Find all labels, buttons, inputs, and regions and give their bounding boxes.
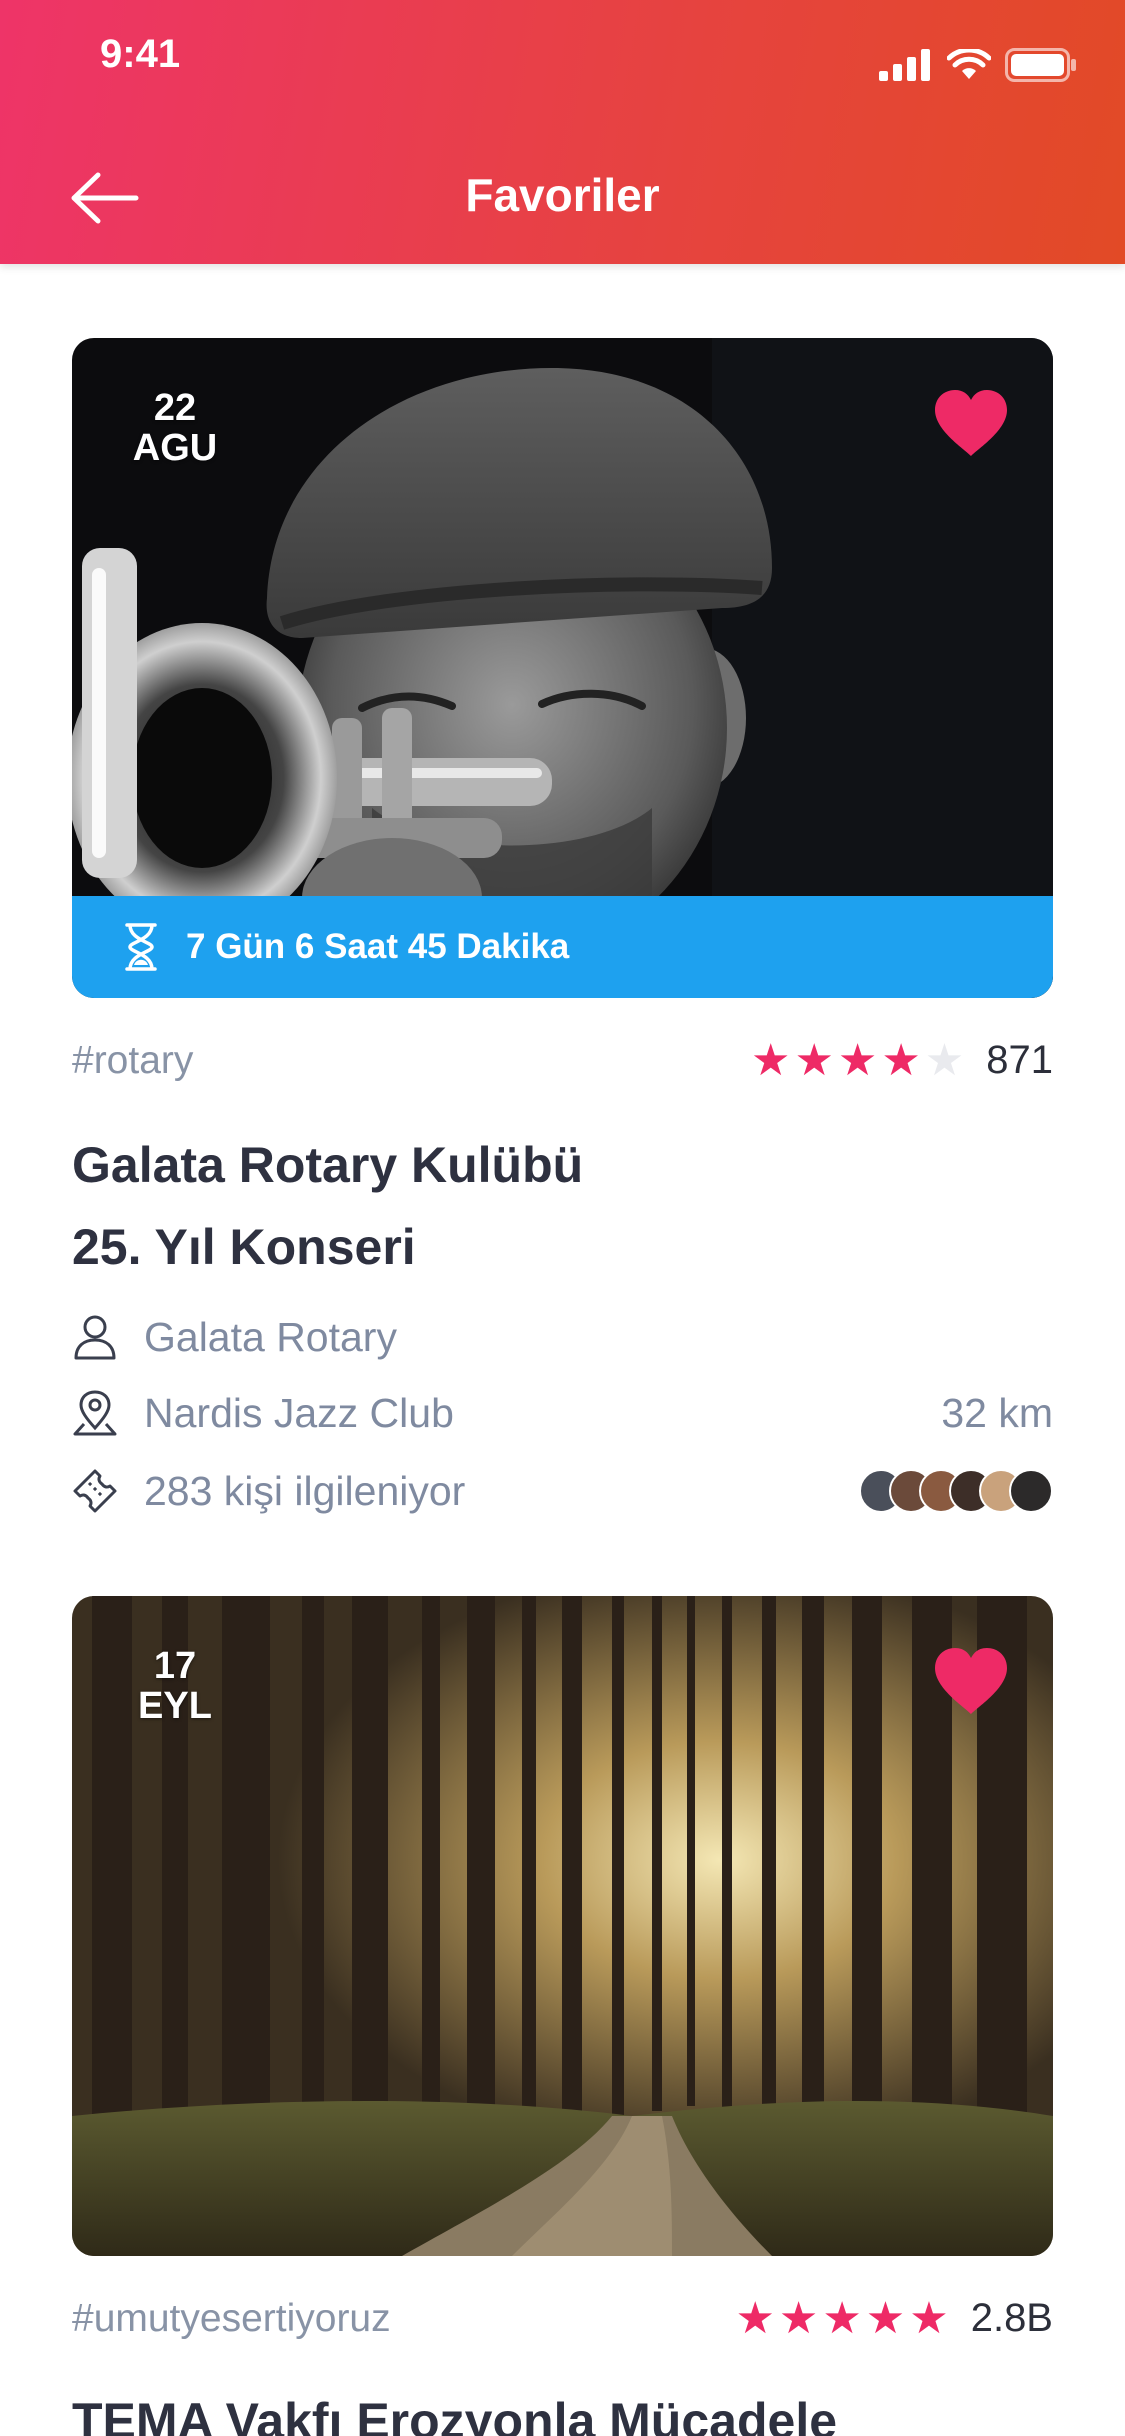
star-icon: ★ [865,2293,906,2343]
hourglass-icon [125,923,157,971]
event-title-line1: TEMA Vakfı Erozyonla Mücadele [72,2393,838,2436]
date-day: 17 [153,1645,197,1687]
star-icon: ★ [837,1035,878,1085]
interested-avatars[interactable] [859,1469,1053,1513]
star-empty-icon: ★ [924,1035,965,1085]
organizer-name: Galata Rotary [144,1313,397,1360]
event-title[interactable]: TEMA Vakfı Erozyonla Mücadele [72,2380,1053,2436]
date-day: 22 [153,387,197,429]
date-month: EYL [138,1685,212,1727]
date-badge: 22 AGU [120,388,230,468]
status-time: 9:41 [100,32,181,76]
star-icon: ★ [909,2293,949,2343]
rating-count: 871 [986,1038,1053,1082]
event-hashtag[interactable]: #rotary [72,1039,193,1083]
event-title-line1: Galata Rotary Kulübü [72,1137,584,1193]
star-icon: ★ [778,2293,819,2343]
rating-count: 2.8B [970,2296,1053,2340]
heart-icon [935,1648,1007,1714]
star-icon: ★ [750,1035,791,1085]
event-card[interactable]: 17 EYL #umutyesertiyoruz ★ ★ ★ ★ ★ 2.8B … [72,1596,1053,2436]
heart-icon [935,390,1007,456]
rating: ★ ★ ★ ★ ★ 2.8B [735,2296,1053,2341]
star-icon: ★ [881,1035,921,1085]
event-meta-row: #umutyesertiyoruz ★ ★ ★ ★ ★ 2.8B [72,2296,1053,2341]
rating: ★ ★ ★ ★ ★ 871 [751,1038,1053,1083]
event-hashtag[interactable]: #umutyesertiyoruz [72,2297,391,2341]
event-title[interactable]: Galata Rotary Kulübü 25. Yıl Konseri [72,1124,1053,1288]
venue-row[interactable]: Nardis Jazz Club 32 km [72,1384,1053,1442]
star-icon: ★ [735,2293,775,2343]
interested-count: 283 kişi ilgileniyor [144,1467,466,1514]
organizer-row[interactable]: Galata Rotary [72,1308,1053,1366]
event-title-line2: 25. Yıl Konseri [72,1219,416,1275]
date-badge: 17 EYL [120,1646,230,1726]
favorite-button[interactable] [933,388,1009,458]
battery-icon [1005,48,1076,82]
interested-row[interactable]: 283 kişi ilgileniyor [72,1462,1053,1520]
page-title: Favoriler [465,169,660,221]
event-meta-row: #rotary ★ ★ ★ ★ ★ 871 [72,1038,1053,1083]
distance: 32 km [941,1389,1053,1436]
avatar [1009,1469,1053,1513]
star-icon: ★ [822,2293,862,2343]
date-month: AGU [132,427,218,469]
event-image[interactable]: 17 EYL [72,1596,1053,2256]
cellular-signal-icon [879,49,930,81]
location-pin-icon [73,1390,117,1436]
person-icon [74,1315,116,1360]
ticket-icon [73,1469,117,1513]
venue-name: Nardis Jazz Club [144,1389,454,1436]
countdown-text: 7 Gün 6 Saat 45 Dakika [186,927,570,966]
status-icons [879,48,1077,82]
countdown-bar: 7 Gün 6 Saat 45 Dakika [72,896,1053,998]
event-image[interactable]: 22 AGU 7 Gün 6 Saat 45 Dakika [72,338,1053,998]
favorite-button[interactable] [933,1646,1009,1716]
star-icon: ★ [794,1035,834,1085]
wifi-icon [947,49,991,79]
event-card[interactable]: 22 AGU 7 Gün 6 Saat 45 Dakika #rotary ★ … [72,338,1053,1514]
app-header: 9:41 Favoriler [0,0,1125,264]
